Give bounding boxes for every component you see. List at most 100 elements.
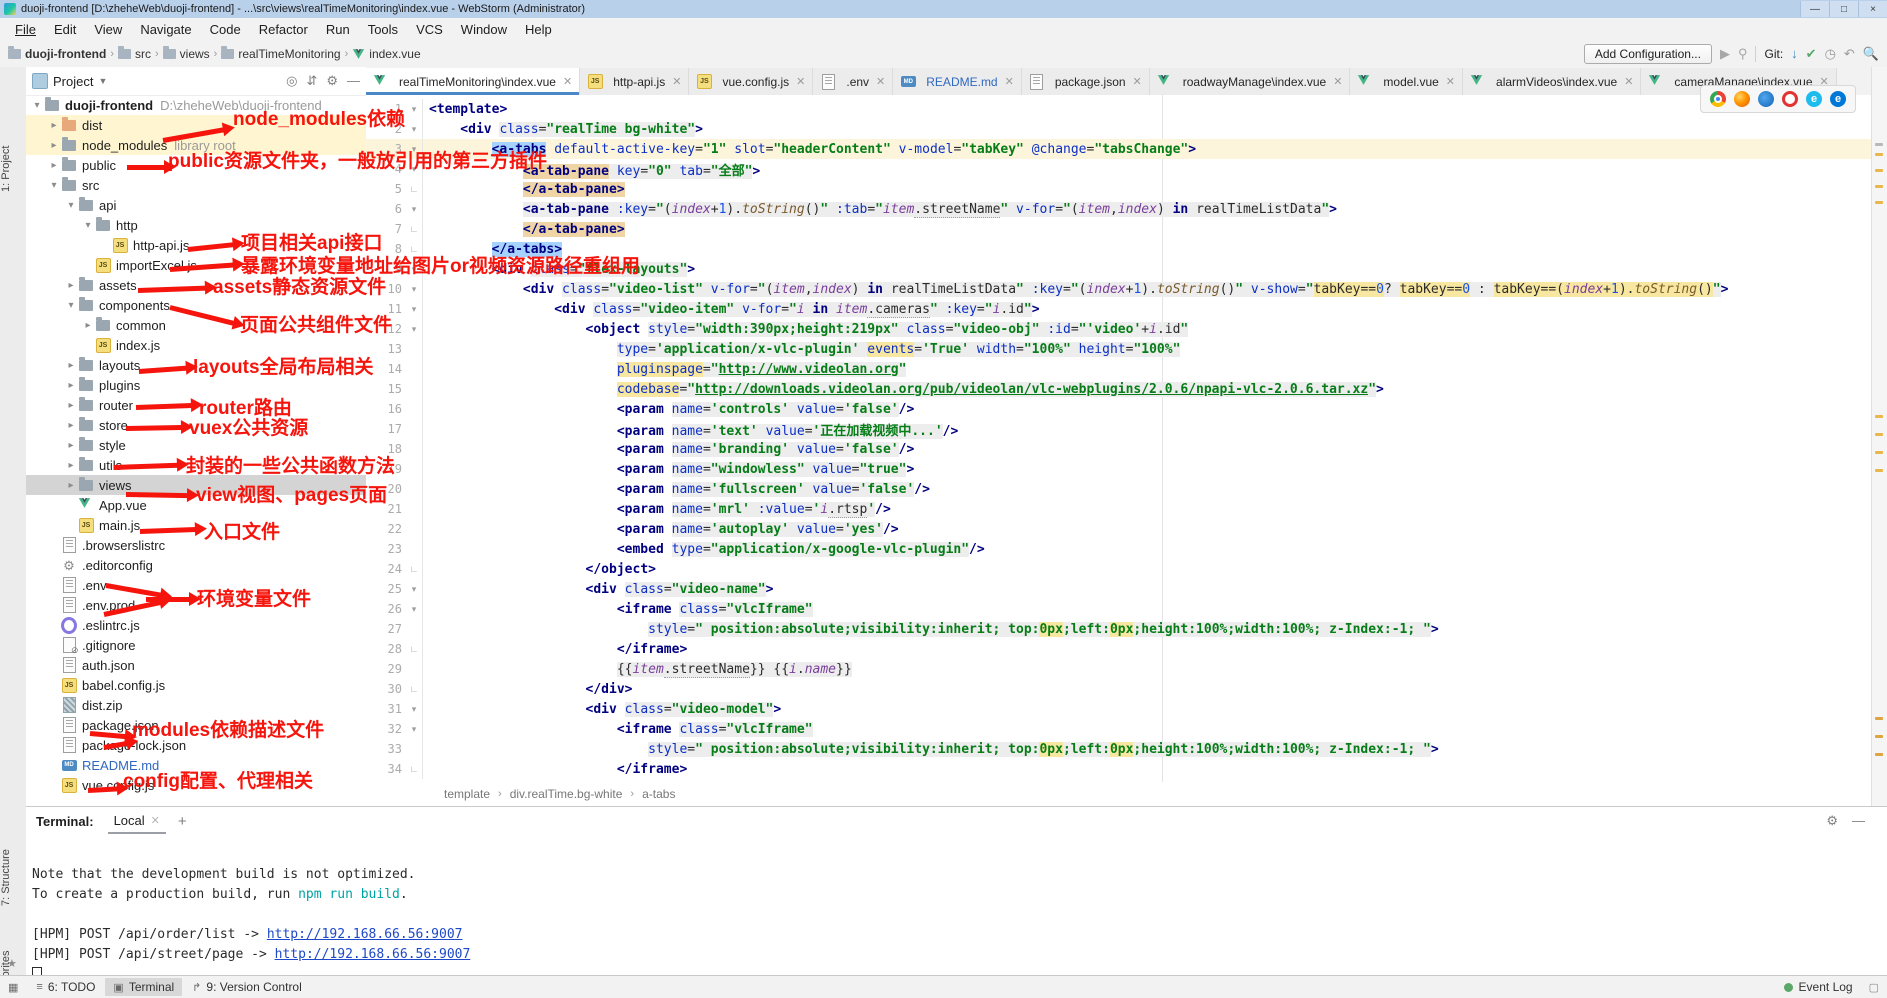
- stripe-mark[interactable]: [1875, 735, 1883, 738]
- chevron-right-icon[interactable]: ▸: [64, 440, 78, 451]
- breadcrumb-item[interactable]: views: [163, 47, 210, 61]
- menu-item-code[interactable]: Code: [201, 20, 250, 39]
- tab-close-icon[interactable]: ✕: [1133, 75, 1142, 88]
- tree-item-importExcel.js[interactable]: JSimportExcel.js: [26, 255, 366, 275]
- stripe-mark[interactable]: [1875, 451, 1883, 454]
- fold-marker[interactable]: ∟: [406, 679, 423, 699]
- fold-marker[interactable]: ∟: [406, 639, 423, 659]
- chevron-right-icon[interactable]: ▸: [64, 400, 78, 411]
- fold-marker[interactable]: ▾: [406, 199, 423, 219]
- fold-marker[interactable]: ∟: [406, 179, 423, 199]
- chevron-right-icon[interactable]: ▸: [47, 120, 61, 131]
- tree-item-README.md[interactable]: MDREADME.md: [26, 755, 366, 775]
- chevron-right-icon[interactable]: ▸: [47, 160, 61, 171]
- chevron-right-icon[interactable]: ▸: [64, 420, 78, 431]
- tree-item-babel.config.js[interactable]: JSbabel.config.js: [26, 675, 366, 695]
- breadcrumb-item[interactable]: index.vue: [352, 47, 420, 61]
- chevron-down-icon[interactable]: ▾: [47, 180, 61, 191]
- stripe-mark[interactable]: [1875, 753, 1883, 756]
- editor-breadcrumb-item[interactable]: div.realTime.bg-white: [510, 787, 623, 801]
- tree-item-utils[interactable]: ▸utils: [26, 455, 366, 475]
- tree-item-.editorconfig[interactable]: ⚙.editorconfig: [26, 555, 366, 575]
- tree-item-store[interactable]: ▸store: [26, 415, 366, 435]
- fold-marker[interactable]: ▾: [406, 119, 423, 139]
- tree-item-.eslintrc.js[interactable]: .eslintrc.js: [26, 615, 366, 635]
- tree-item-router[interactable]: ▸router: [26, 395, 366, 415]
- project-view-selector[interactable]: Project ▼: [32, 73, 107, 89]
- minimize-button[interactable]: —: [1800, 1, 1829, 17]
- tab-close-icon[interactable]: ✕: [1333, 75, 1342, 88]
- breadcrumb-item[interactable]: realTimeMonitoring: [221, 47, 340, 61]
- chevron-right-icon[interactable]: ▸: [64, 460, 78, 471]
- tree-item-node_modules[interactable]: ▸node_moduleslibrary root: [26, 135, 366, 155]
- tree-item-layouts[interactable]: ▸layouts: [26, 355, 366, 375]
- fold-marker[interactable]: ▾: [406, 579, 423, 599]
- hide-panel-icon[interactable]: —: [347, 73, 360, 89]
- tree-item-assets[interactable]: ▸assets: [26, 275, 366, 295]
- fold-marker[interactable]: ∟: [406, 559, 423, 579]
- fold-marker[interactable]: ▾: [406, 699, 423, 719]
- fold-marker[interactable]: ∟: [406, 759, 423, 779]
- event-log-button[interactable]: Event Log: [1799, 980, 1853, 994]
- tree-item-package-lock.json[interactable]: package-lock.json: [26, 735, 366, 755]
- terminal-tab-local[interactable]: Local✕: [108, 809, 166, 834]
- opera-browser-icon[interactable]: [1782, 91, 1798, 107]
- fold-marker[interactable]: ▾: [406, 139, 423, 159]
- tree-item-http[interactable]: ▾http: [26, 215, 366, 235]
- menu-item-window[interactable]: Window: [452, 20, 516, 39]
- git-history-icon[interactable]: ◷: [1825, 46, 1836, 62]
- fold-marker[interactable]: ▾: [406, 259, 423, 279]
- run-icon[interactable]: ▶: [1720, 46, 1730, 62]
- editor-tab[interactable]: JSvue.config.js✕: [689, 68, 813, 95]
- statusbar-terminal[interactable]: ▣Terminal: [105, 978, 182, 996]
- tree-item-common[interactable]: ▸common: [26, 315, 366, 335]
- tree-item-http-api.js[interactable]: JShttp-api.js: [26, 235, 366, 255]
- tab-close-icon[interactable]: ✕: [1005, 75, 1014, 88]
- fold-marker[interactable]: ▾: [406, 159, 423, 179]
- fold-marker[interactable]: ▾: [406, 319, 423, 339]
- editor-tab[interactable]: realTimeMonitoring\index.vue✕: [366, 68, 580, 95]
- menu-item-file[interactable]: File: [6, 20, 45, 39]
- stripe-mark[interactable]: [1875, 717, 1883, 720]
- fold-marker[interactable]: ∟: [406, 239, 423, 259]
- tab-close-icon[interactable]: ✕: [672, 75, 681, 88]
- fold-marker[interactable]: ▾: [406, 279, 423, 299]
- chevron-down-icon[interactable]: ▾: [64, 200, 78, 211]
- fold-marker[interactable]: ∟: [406, 219, 423, 239]
- collapse-all-icon[interactable]: ⇵: [306, 73, 317, 89]
- chevron-down-icon[interactable]: ▾: [64, 300, 78, 311]
- tree-item-main.js[interactable]: JSmain.js: [26, 515, 366, 535]
- editor-tab[interactable]: package.json✕: [1022, 68, 1150, 95]
- editor-breadcrumb-item[interactable]: template: [444, 787, 490, 801]
- chevron-right-icon[interactable]: ▸: [64, 380, 78, 391]
- chrome-browser-icon[interactable]: [1710, 91, 1726, 107]
- terminal-settings-gear-icon[interactable]: ⚙: [1826, 813, 1838, 829]
- tool-windows-grid-icon[interactable]: ▦: [8, 981, 18, 994]
- menu-item-refactor[interactable]: Refactor: [250, 20, 317, 39]
- stripe-mark[interactable]: [1875, 201, 1883, 204]
- terminal-hide-icon[interactable]: —: [1852, 813, 1865, 829]
- statusbar-versioncontrol[interactable]: ↱9: Version Control: [184, 978, 310, 996]
- editor-tab[interactable]: .env✕: [813, 68, 893, 95]
- chevron-right-icon[interactable]: ▸: [81, 320, 95, 331]
- safari-browser-icon[interactable]: [1758, 91, 1774, 107]
- editor-tab[interactable]: MDREADME.md✕: [893, 68, 1022, 95]
- stripe-mark[interactable]: [1875, 415, 1883, 418]
- editor-tab[interactable]: model.vue✕: [1350, 68, 1463, 95]
- stripe-project-button[interactable]: 1: Project: [0, 129, 26, 209]
- editor-tab[interactable]: alarmVideos\index.vue✕: [1463, 68, 1641, 95]
- new-terminal-button[interactable]: +: [178, 813, 187, 830]
- favorites-star-icon[interactable]: ★: [7, 957, 17, 970]
- tree-item-duoji-frontend[interactable]: ▾duoji-frontendD:\zheheWeb\duoji-fronten…: [26, 95, 366, 115]
- git-commit-icon[interactable]: ✔: [1806, 46, 1817, 62]
- error-stripe[interactable]: [1871, 67, 1887, 806]
- tree-item-.browserslistrc[interactable]: .browserslistrc: [26, 535, 366, 555]
- git-update-icon[interactable]: ↓: [1791, 46, 1798, 61]
- tree-item-App.vue[interactable]: App.vue: [26, 495, 366, 515]
- tree-item-api[interactable]: ▾api: [26, 195, 366, 215]
- tree-item-.env[interactable]: .env: [26, 575, 366, 595]
- tree-item-.gitignore[interactable]: .gitignore: [26, 635, 366, 655]
- tree-item-vue.config.js[interactable]: JSvue.config.js: [26, 775, 366, 795]
- tree-item-.env.prod[interactable]: .env.prod: [26, 595, 366, 615]
- tab-close-icon[interactable]: ✕: [1624, 75, 1633, 88]
